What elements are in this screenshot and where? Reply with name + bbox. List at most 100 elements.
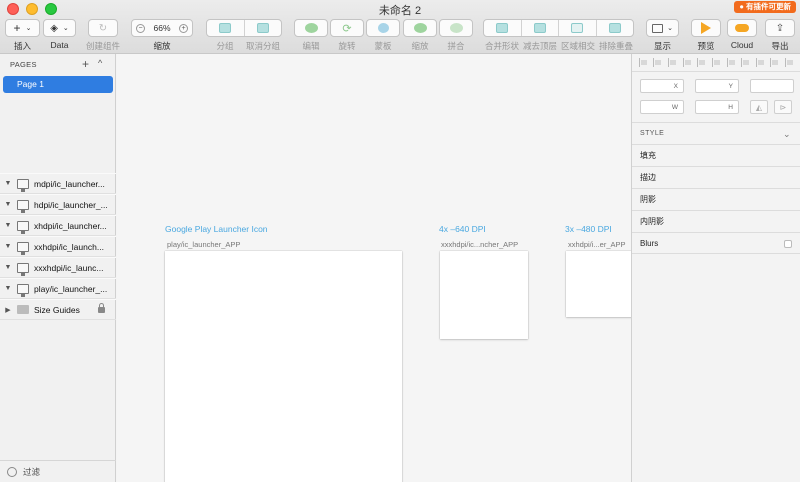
layer-list: ▼ mdpi/ic_launcher... ▼ hdpi/ic_launcher… bbox=[0, 173, 116, 320]
canvas[interactable]: Google Play Launcher Icon play/ic_launch… bbox=[117, 54, 631, 482]
artboard[interactable] bbox=[566, 251, 631, 317]
pages-title: PAGES bbox=[10, 60, 37, 69]
height-field[interactable]: H bbox=[695, 100, 739, 114]
plugin-update-badge[interactable]: ● 有插件可更新 bbox=[734, 1, 796, 13]
zoom-out-button[interactable]: − bbox=[136, 23, 145, 33]
style-section-header[interactable]: STYLE ⌄ bbox=[632, 122, 800, 144]
zoom-value[interactable]: 66% bbox=[153, 23, 170, 33]
view-button[interactable]: ⌄ bbox=[646, 19, 679, 37]
disclosure-triangle-icon[interactable]: ▼ bbox=[2, 201, 14, 208]
artboard-icon bbox=[17, 199, 29, 213]
difference-icon bbox=[608, 23, 621, 33]
play-icon bbox=[701, 22, 711, 34]
inner-shadows-section[interactable]: 内阴影 bbox=[632, 210, 800, 232]
export-label: 导出 bbox=[771, 41, 789, 51]
layer-row[interactable]: ▼ xxhdpi/ic_launch... bbox=[0, 236, 116, 257]
chevron-down-icon: ⌄ bbox=[667, 25, 673, 32]
y-field[interactable]: Y bbox=[695, 79, 739, 93]
chevron-down-icon: ⌄ bbox=[783, 129, 791, 139]
insert-button[interactable]: + ⌄ bbox=[5, 19, 40, 37]
align-baseline-icon[interactable] bbox=[755, 58, 765, 67]
disclosure-triangle-icon[interactable]: ▼ bbox=[2, 285, 14, 292]
flatten-button[interactable] bbox=[439, 19, 473, 37]
zoom-in-button[interactable]: + bbox=[178, 23, 188, 33]
fills-section[interactable]: 填充 bbox=[632, 144, 800, 166]
preview-button[interactable] bbox=[691, 19, 721, 37]
insert-label: 插入 bbox=[13, 41, 31, 51]
layer-row[interactable]: ▶ Size Guides bbox=[0, 299, 116, 320]
subtract-button[interactable] bbox=[520, 20, 559, 36]
lock-icon[interactable] bbox=[98, 302, 105, 313]
shadows-section[interactable]: 阴影 bbox=[632, 188, 800, 210]
create-component-button[interactable]: ↻ bbox=[88, 19, 118, 37]
x-field[interactable]: X bbox=[640, 79, 684, 93]
align-extra-2-icon[interactable] bbox=[785, 58, 794, 67]
artboard-title[interactable]: Google Play Launcher Icon bbox=[165, 224, 268, 234]
artboard[interactable] bbox=[440, 251, 528, 339]
artboard-title[interactable]: 3x –480 DPI bbox=[565, 224, 612, 234]
disclosure-triangle-icon[interactable]: ▼ bbox=[2, 243, 14, 250]
distribute-horizontal-icon[interactable] bbox=[682, 58, 692, 67]
mask-label: 蒙板 bbox=[374, 41, 392, 51]
blurs-checkbox[interactable] bbox=[784, 240, 792, 248]
inspector-panel: X Y W H ◭ ⊳ STYLE ⌄ 填充 描边 阴影 内阴影 Blurs bbox=[631, 54, 800, 482]
disclosure-triangle-icon[interactable]: ▶ bbox=[2, 306, 14, 314]
flip-button[interactable]: ⊳ bbox=[774, 100, 792, 114]
artboard[interactable] bbox=[165, 251, 402, 482]
layer-row[interactable]: ▼ play/ic_launcher_... bbox=[0, 278, 116, 299]
mask-button[interactable] bbox=[366, 19, 400, 37]
difference-button[interactable] bbox=[595, 20, 634, 36]
share-icon: ⇪ bbox=[775, 22, 785, 34]
artboard-icon bbox=[17, 283, 29, 297]
cloud-button[interactable] bbox=[727, 19, 757, 37]
blurs-label: Blurs bbox=[640, 239, 659, 248]
align-bottom-icon[interactable] bbox=[726, 58, 736, 67]
ungroup-icon bbox=[256, 23, 269, 33]
rotate-button[interactable]: ⟳ bbox=[330, 19, 364, 37]
align-left-icon[interactable] bbox=[638, 58, 648, 67]
layer-row[interactable]: ▼ xxxhdpi/ic_launc... bbox=[0, 257, 116, 278]
ungroup-label: 取消分组 bbox=[245, 41, 280, 51]
blurs-section[interactable]: Blurs bbox=[632, 232, 800, 254]
align-top-icon[interactable] bbox=[697, 58, 706, 67]
inner-shadows-label: 内阴影 bbox=[640, 217, 664, 226]
add-page-button[interactable]: + bbox=[82, 57, 89, 71]
borders-section[interactable]: 描边 bbox=[632, 166, 800, 188]
filter-label: 过滤 bbox=[23, 466, 41, 477]
rotation-field[interactable] bbox=[750, 79, 794, 93]
align-right-icon[interactable] bbox=[668, 58, 677, 67]
disclosure-triangle-icon[interactable]: ▼ bbox=[2, 264, 14, 271]
group-button[interactable] bbox=[207, 20, 244, 36]
disclosure-triangle-icon[interactable]: ▼ bbox=[2, 180, 14, 187]
intersect-label: 区域相交 bbox=[560, 41, 595, 51]
view-label: 显示 bbox=[653, 41, 671, 51]
union-button[interactable] bbox=[484, 20, 521, 36]
distribute-vertical-icon[interactable] bbox=[741, 58, 750, 67]
align-middle-icon[interactable] bbox=[711, 58, 721, 67]
page-item[interactable]: Page 1 bbox=[3, 76, 113, 93]
collapse-pages-button[interactable]: ^ bbox=[98, 58, 102, 68]
disclosure-triangle-icon[interactable]: ▼ bbox=[2, 222, 14, 229]
artboard-title[interactable]: 4x –640 DPI bbox=[439, 224, 486, 234]
width-field[interactable]: W bbox=[640, 100, 684, 114]
layer-row[interactable]: ▼ hdpi/ic_launcher_... bbox=[0, 194, 116, 215]
intersect-button[interactable] bbox=[558, 20, 596, 36]
layer-row[interactable]: ▼ mdpi/ic_launcher... bbox=[0, 173, 116, 194]
edit-button[interactable] bbox=[294, 19, 328, 37]
data-button[interactable]: ◈ ⌄ bbox=[43, 19, 76, 37]
flip-horizontal-icon: ◭ bbox=[755, 102, 763, 112]
layer-row[interactable]: ▼ xhdpi/ic_launcher... bbox=[0, 215, 116, 236]
filter-bar[interactable]: 过滤 bbox=[0, 460, 116, 482]
h-label: H bbox=[728, 104, 733, 111]
scale-button[interactable] bbox=[403, 19, 437, 37]
union-icon bbox=[496, 23, 509, 33]
flip-vertical-icon: ⊳ bbox=[779, 102, 787, 112]
align-center-icon[interactable] bbox=[653, 58, 662, 67]
align-extra-icon[interactable] bbox=[770, 58, 779, 67]
layer-name: xxxhdpi/ic_launc... bbox=[34, 262, 104, 273]
layer-name: xhdpi/ic_launcher... bbox=[34, 220, 107, 231]
data-label: Data bbox=[50, 40, 69, 50]
ungroup-button[interactable] bbox=[243, 20, 282, 36]
export-button[interactable]: ⇪ bbox=[765, 19, 795, 37]
lock-ratio-button[interactable]: ◭ bbox=[750, 100, 768, 114]
